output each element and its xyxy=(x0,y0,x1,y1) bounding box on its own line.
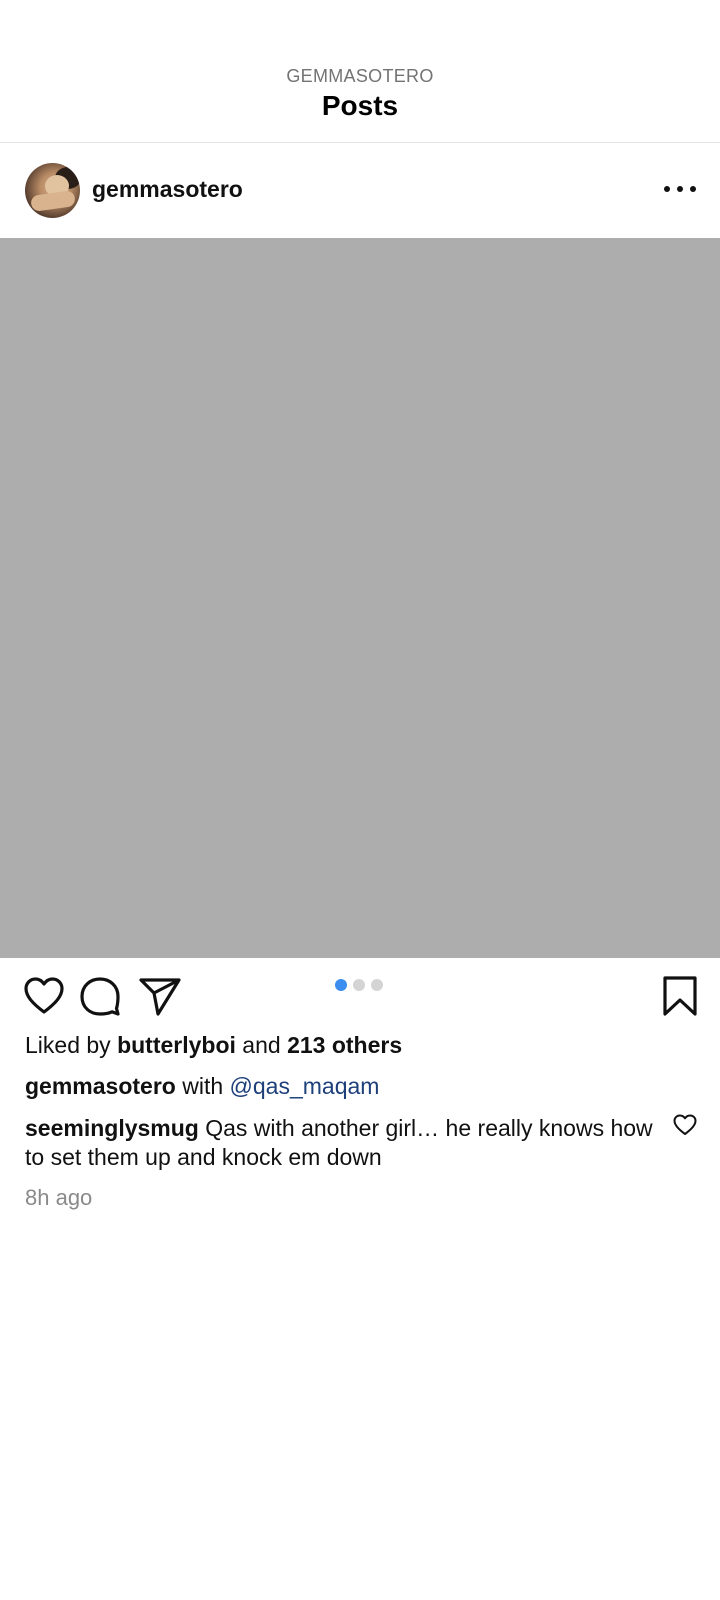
heart-icon[interactable] xyxy=(22,974,66,1018)
carousel-dot-active xyxy=(335,979,347,991)
likes-others[interactable]: 213 others xyxy=(287,1032,402,1058)
post-caption: gemmasotero with @qas_maqam xyxy=(25,1073,379,1100)
carousel-dot xyxy=(353,979,365,991)
page-title: Posts xyxy=(321,90,399,121)
header-username: GEMMASOTERO xyxy=(286,66,434,86)
post-username[interactable]: gemmasotero xyxy=(92,176,243,203)
send-paper-plane-icon[interactable] xyxy=(138,974,182,1018)
bookmark-icon[interactable] xyxy=(658,974,702,1018)
avatar[interactable] xyxy=(25,163,80,218)
caption-mention[interactable]: @qas_maqam xyxy=(230,1073,380,1099)
likes-summary[interactable]: Liked by butterlyboi and 213 others xyxy=(25,1032,402,1059)
post-header: gemmasotero xyxy=(0,143,720,238)
page-header: GEMMASOTERO Posts xyxy=(0,0,720,143)
heart-small-icon[interactable] xyxy=(672,1112,698,1138)
likes-joiner: and xyxy=(242,1032,281,1058)
carousel-indicator xyxy=(335,979,383,991)
caption-username[interactable]: gemmasotero xyxy=(25,1073,176,1099)
post-action-bar xyxy=(0,958,720,1032)
post-image[interactable] xyxy=(0,238,720,958)
page: GEMMASOTERO Posts gemmasotero Liked by b… xyxy=(0,0,720,1600)
likes-prefix: Liked by xyxy=(25,1032,111,1058)
carousel-dot xyxy=(371,979,383,991)
more-horizontal-icon[interactable] xyxy=(660,175,700,203)
post-timestamp: 8h ago xyxy=(25,1185,93,1210)
comment-username[interactable]: seeminglysmug xyxy=(25,1115,199,1141)
comment-bubble-icon[interactable] xyxy=(78,974,122,1018)
caption-with: with xyxy=(182,1073,224,1099)
liked-by-user[interactable]: butterlyboi xyxy=(117,1032,236,1058)
comment: seeminglysmug Qas with another girl… he … xyxy=(25,1114,665,1172)
